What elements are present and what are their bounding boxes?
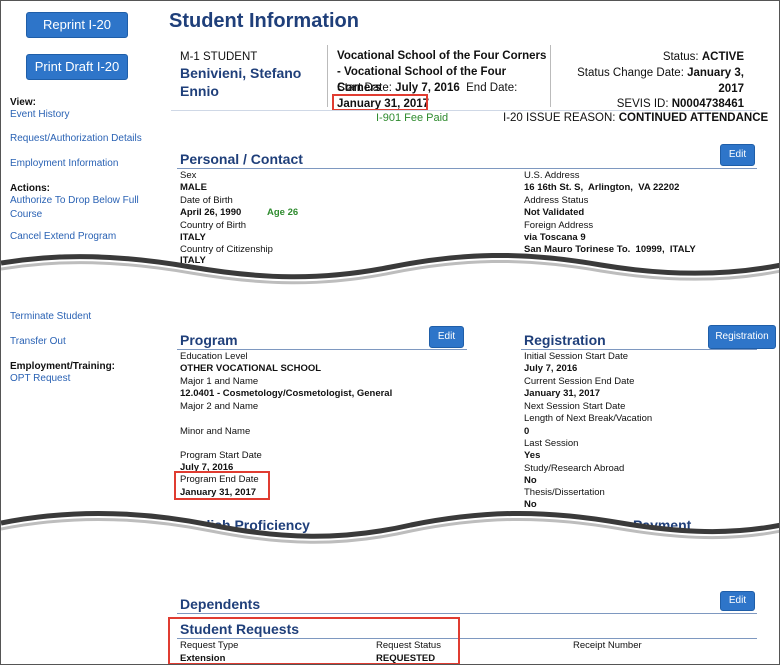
end-date-highlight <box>332 94 428 111</box>
student-name: Benivieni, Stefano Ennio <box>180 65 302 99</box>
personal-edit-button[interactable]: Edit <box>720 144 755 166</box>
header-divider-1 <box>327 45 328 107</box>
program-edit-button[interactable]: Edit <box>429 326 464 348</box>
foreign-address-line1: via Toscana 9 <box>524 232 586 243</box>
dependents-title: Dependents <box>180 596 261 612</box>
screenshot-frame: Reprint I-20 Print Draft I-20 View: Even… <box>0 0 780 665</box>
major1-value: 12.0401 - Cosmetology/Cosmetologist, Gen… <box>180 388 393 399</box>
status-value: ACTIVE <box>701 51 744 63</box>
page-title: Student Information <box>169 10 359 32</box>
next-break-label: Length of Next Break/Vacation <box>524 413 653 424</box>
header-divider-2 <box>550 45 551 107</box>
program-start-label: Program Start Date <box>180 450 262 461</box>
status-label: Status: <box>662 51 699 63</box>
registration-title: Registration <box>524 332 606 348</box>
address-status-label: Address Status <box>524 195 589 206</box>
issue-reason: I-20 ISSUE REASON: CONTINUED ATTENDANCE <box>503 112 768 124</box>
next-break-value: 0 <box>524 426 530 437</box>
event-history-link[interactable]: Event History <box>10 108 69 122</box>
view-label: View: <box>10 97 36 108</box>
employment-training-label: Employment/Training: <box>10 361 116 372</box>
request-status-header: Request Status <box>376 640 441 651</box>
dependents-underline <box>177 613 757 614</box>
print-draft-i20-button[interactable]: Print Draft I-20 <box>26 54 128 80</box>
education-level-value: OTHER VOCATIONAL SCHOOL <box>180 363 322 374</box>
cancel-extend-program-link[interactable]: Cancel Extend Program <box>10 230 116 244</box>
terminate-student-link[interactable]: Terminate Student <box>10 310 91 324</box>
major2-label: Major 2 and Name <box>180 401 259 412</box>
education-level-label: Education Level <box>180 351 248 362</box>
fee-paid-status: I-901 Fee Paid <box>376 112 449 124</box>
start-date-label: Start Date: <box>337 82 392 94</box>
employment-information-link[interactable]: Employment Information <box>10 157 118 171</box>
program-title: Program <box>180 332 238 348</box>
request-status-value: REQUESTED <box>376 653 436 664</box>
registration-underline <box>521 349 757 350</box>
personal-contact-title: Personal / Contact <box>180 151 303 167</box>
opt-request-link[interactable]: OPT Request <box>10 372 70 386</box>
program-end-highlight <box>174 471 270 500</box>
actions-label: Actions: <box>10 183 50 194</box>
student-type: M-1 STUDENT <box>180 51 258 63</box>
request-type-value: Extension <box>180 653 226 664</box>
sevis-id-label: SEVIS ID: <box>616 98 669 110</box>
us-address-value: 16 16th St. S, Arlington, VA 22202 <box>524 182 680 193</box>
status-change-label: Status Change Date: <box>577 67 684 79</box>
minor-label: Minor and Name <box>180 426 251 437</box>
address-status-value: Not Validated <box>524 207 585 218</box>
initial-session-start-value: July 7, 2016 <box>524 363 578 374</box>
transfer-out-link[interactable]: Transfer Out <box>10 335 66 349</box>
issue-reason-value: CONTINUED ATTENDANCE <box>618 112 769 124</box>
personal-contact-underline <box>177 168 757 169</box>
last-session-value: Yes <box>524 450 541 461</box>
major1-label: Major 1 and Name <box>180 376 259 387</box>
registration-button[interactable]: Registration <box>708 325 776 349</box>
end-date-label: End Date: <box>466 82 518 94</box>
sex-value: MALE <box>180 182 207 193</box>
us-address-label: U.S. Address <box>524 170 580 181</box>
authorize-drop-below-full-course-link[interactable]: Authorize To Drop Below Full Course <box>10 194 150 222</box>
current-session-end-label: Current Session End Date <box>524 376 635 387</box>
age-value: Age 26 <box>267 207 299 218</box>
thesis-label: Thesis/Dissertation <box>524 487 605 498</box>
request-authorization-details-link[interactable]: Request/Authorization Details <box>10 132 142 146</box>
program-underline <box>177 349 467 350</box>
status: Status: ACTIVE <box>663 49 744 65</box>
start-date-value: July 7, 2016 <box>395 82 460 94</box>
dependents-edit-button[interactable]: Edit <box>720 591 755 611</box>
request-type-header: Request Type <box>180 640 239 651</box>
initial-session-start-label: Initial Session Start Date <box>524 351 629 362</box>
receipt-number-header: Receipt Number <box>573 640 642 651</box>
study-abroad-label: Study/Research Abroad <box>524 463 625 474</box>
country-of-birth-label: Country of Birth <box>180 220 246 231</box>
current-session-end-value: January 31, 2017 <box>524 388 601 399</box>
header-bottom-line <box>171 110 756 111</box>
sex-label: Sex <box>180 170 197 181</box>
study-abroad-value: No <box>524 475 537 486</box>
country-of-birth-value: ITALY <box>180 232 206 243</box>
cut-text-fragments <box>229 297 679 303</box>
last-session-label: Last Session <box>524 438 579 449</box>
torn-edge-bottom <box>1 510 779 571</box>
status-change-value: January 3, 2017 <box>687 67 744 95</box>
reprint-i20-button[interactable]: Reprint I-20 <box>26 12 128 38</box>
next-session-start-label: Next Session Start Date <box>524 401 626 412</box>
issue-reason-label: I-20 ISSUE REASON: <box>503 112 616 124</box>
status-change-date: Status Change Date: January 3, 2017 <box>569 65 744 97</box>
sevis-id-value: N0004738461 <box>671 98 744 110</box>
dob-value: April 26, 1990 <box>180 207 242 218</box>
foreign-address-label: Foreign Address <box>524 220 594 231</box>
dob-label: Date of Birth <box>180 195 233 206</box>
